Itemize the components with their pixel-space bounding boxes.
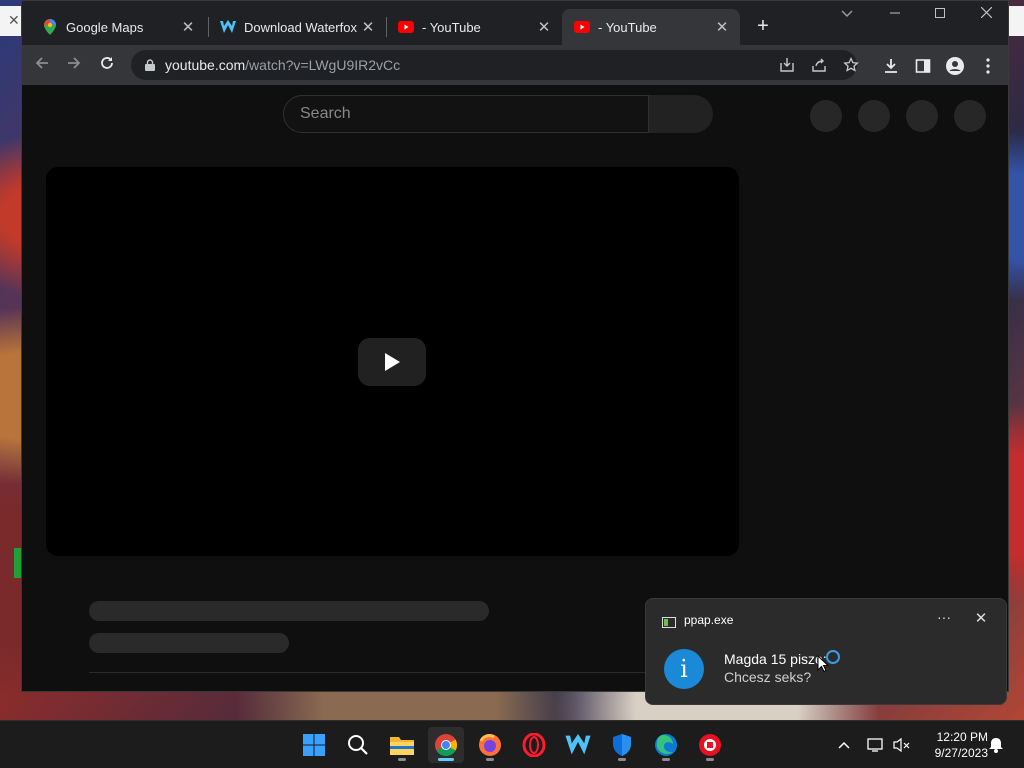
waterfox-icon [220, 19, 236, 35]
running-indicator [398, 758, 406, 761]
side-panel-icon[interactable] [912, 55, 934, 77]
taskbar: 12:20 PM 9/27/2023 [0, 720, 1024, 768]
menu-kebab-icon[interactable] [977, 55, 999, 77]
header-placeholder-circle[interactable] [906, 100, 938, 132]
youtube-icon [574, 19, 590, 35]
start-icon [303, 734, 325, 756]
notification-toast[interactable]: ppap.exe ··· ✕ i Magda 15 pisze: Chcesz … [645, 598, 1007, 705]
firefox-button[interactable] [472, 727, 508, 763]
start-button[interactable] [296, 727, 332, 763]
tray-overflow-chevron-icon[interactable] [834, 735, 854, 755]
notification-app-name: ppap.exe [684, 613, 734, 627]
search-icon [348, 735, 368, 755]
tab-youtube-active[interactable]: - YouTube ✕ [562, 9, 740, 45]
file-explorer-icon [390, 737, 414, 755]
waterfox-button[interactable] [560, 727, 596, 763]
share-icon[interactable] [809, 55, 829, 75]
tab-label: Google Maps [66, 19, 144, 35]
edge-button[interactable] [648, 727, 684, 763]
file-explorer-button[interactable] [384, 727, 420, 763]
back-button[interactable] [30, 53, 54, 77]
tab-label: - YouTube [422, 19, 481, 35]
profile-icon[interactable] [944, 55, 966, 77]
install-app-icon[interactable] [777, 55, 797, 75]
running-indicator [618, 758, 626, 761]
downloads-icon[interactable] [880, 55, 902, 77]
address-bar[interactable]: youtube.com/watch?v=LWgU9IR2vCc [131, 50, 859, 80]
browser-toolbar: youtube.com/watch?v=LWgU9IR2vCc [22, 45, 1008, 85]
notification-more-button[interactable]: ··· [934, 609, 954, 625]
volume-muted-icon[interactable] [892, 735, 912, 755]
notification-bell-icon[interactable] [986, 735, 1006, 755]
subtitle-skeleton [89, 633, 289, 653]
bookmark-star-icon[interactable] [841, 55, 861, 75]
play-icon [385, 353, 400, 371]
clock-date: 9/27/2023 [934, 746, 988, 760]
running-indicator [662, 758, 670, 761]
waterfox-icon [565, 734, 591, 755]
tab-download-waterfox[interactable]: Download Waterfox ✕ [208, 9, 386, 45]
background-window-edge-right [1009, 6, 1024, 36]
tab-label: - YouTube [598, 19, 657, 35]
notification-body: Chcesz seks? [724, 669, 812, 685]
new-tab-button[interactable]: + [752, 15, 774, 38]
close-icon: ✕ [8, 12, 20, 28]
play-button[interactable] [358, 338, 426, 386]
running-indicator [706, 758, 714, 761]
tab-close-icon[interactable]: ✕ [534, 18, 554, 36]
taskbar-search-button[interactable] [340, 727, 376, 763]
youtube-search-button[interactable] [649, 95, 713, 133]
browser-window: Google Maps ✕ Download Waterfox ✕ - YouT… [21, 0, 1009, 692]
maximize-button[interactable] [925, 5, 955, 22]
youtube-search-input[interactable]: Search [283, 95, 649, 133]
header-placeholder-circle[interactable] [858, 100, 890, 132]
reload-button[interactable] [95, 53, 119, 77]
record-icon [699, 734, 721, 756]
tab-youtube-1[interactable]: - YouTube ✕ [386, 9, 562, 45]
tab-close-icon[interactable]: ✕ [358, 18, 378, 36]
chrome-icon [435, 734, 457, 756]
network-icon[interactable] [866, 735, 886, 755]
header-placeholder-circle[interactable] [954, 100, 986, 132]
clock-time: 12:20 PM [936, 730, 988, 744]
forward-button[interactable] [62, 53, 86, 77]
app-window-icon [662, 615, 676, 628]
info-icon: i [664, 649, 704, 689]
video-player[interactable] [46, 167, 739, 556]
defender-button[interactable] [604, 727, 640, 763]
mouse-pointer-icon [817, 654, 830, 678]
clock[interactable]: 12:20 PM 9/27/2023 [918, 729, 988, 761]
url-text: youtube.com/watch?v=LWgU9IR2vCc [165, 57, 401, 73]
title-skeleton [89, 601, 489, 621]
divider [89, 672, 649, 673]
notification-close-button[interactable]: ✕ [972, 609, 990, 627]
tab-strip: Google Maps ✕ Download Waterfox ✕ - YouT… [22, 1, 1008, 45]
youtube-icon [398, 19, 414, 35]
background-window-edge: ✕ [0, 6, 22, 36]
google-maps-icon [42, 19, 58, 35]
tab-google-maps[interactable]: Google Maps ✕ [30, 9, 206, 45]
header-placeholder-circle[interactable] [810, 100, 842, 132]
edge-icon [655, 734, 677, 756]
opera-icon [522, 733, 546, 757]
window-close-button[interactable] [971, 5, 1001, 22]
tab-close-icon[interactable]: ✕ [178, 18, 198, 36]
opera-button[interactable] [516, 727, 552, 763]
lock-icon [143, 59, 157, 71]
firefox-icon [479, 734, 501, 756]
chrome-button[interactable] [428, 727, 464, 763]
notification-title: Magda 15 pisze: [724, 651, 827, 667]
tab-close-icon[interactable]: ✕ [712, 18, 732, 36]
minimize-button[interactable] [880, 5, 910, 22]
running-indicator [438, 758, 454, 761]
tab-search-chevron-icon[interactable] [841, 7, 853, 21]
recorder-button[interactable] [692, 727, 728, 763]
tab-label: Download Waterfox [244, 19, 357, 35]
defender-icon [613, 734, 631, 756]
running-indicator [486, 758, 494, 761]
